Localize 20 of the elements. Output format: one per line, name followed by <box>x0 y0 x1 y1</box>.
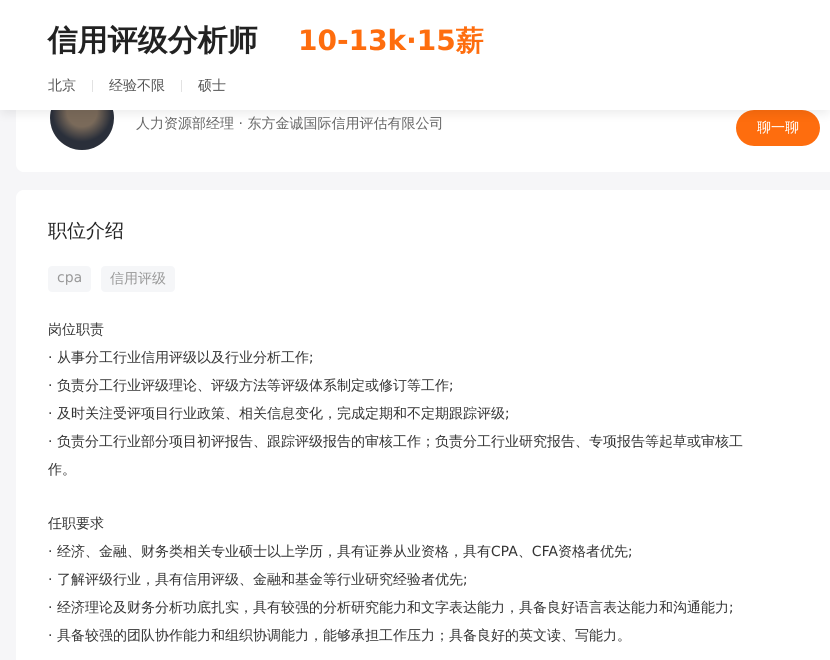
job-requirement: 经验不限 <box>109 77 165 95</box>
bullet-text: · 负责分工行业部分项目初评报告、跟踪评级报告的审核工作；负责分工行业研究报告、专项报告等起草或审核工作。 <box>48 433 744 480</box>
job-title: 信用评级分析师 <box>48 22 258 60</box>
job-requirement: 硕士 <box>198 77 226 95</box>
recruiter-info: 人力资源部经理 · 东方金诚国际信用评估有限公司 <box>136 115 444 133</box>
job-requirement: 北京 <box>48 77 76 95</box>
tag: cpa <box>48 266 92 292</box>
section-title: 职位介绍 <box>48 219 125 244</box>
bullet-text: · 具备较强的团队协作能力和组织协调能力，能够承担工作压力；具备良好的英文读、写能力。 <box>48 627 632 646</box>
bullet-text: · 经济理论及财务分析功底扎实，具有较强的分析研究能力和文字表达能力，具备良好语言表达能力和沟通能力; <box>48 599 735 618</box>
salary: 10-13k·15薪 <box>298 23 484 59</box>
bullet-text: · 负责分工行业评级理论、评级方法等评级体系制定或修订等工作; <box>48 377 455 396</box>
subsection-heading: 任职要求 <box>48 515 105 534</box>
bullet-text: · 从事分工行业信用评级以及行业分析工作; <box>48 349 315 368</box>
bullet-text: · 了解评级行业，具有信用评级、金融和基金等行业研究经验者优先; <box>48 571 469 590</box>
bullet-text: · 及时关注受评项目行业政策、相关信息变化，完成定期和不定期跟踪评级; <box>48 405 511 424</box>
bullet-text: · 经济、金融、财务类相关专业硕士以上学历，具有证券从业资格，具有CPA、CFA资格者优先; <box>48 543 634 562</box>
tag: 信用评级 <box>101 266 176 292</box>
chat-button[interactable]: 聊一聊 <box>736 110 820 146</box>
subsection-heading: 岗位职责 <box>48 321 105 340</box>
